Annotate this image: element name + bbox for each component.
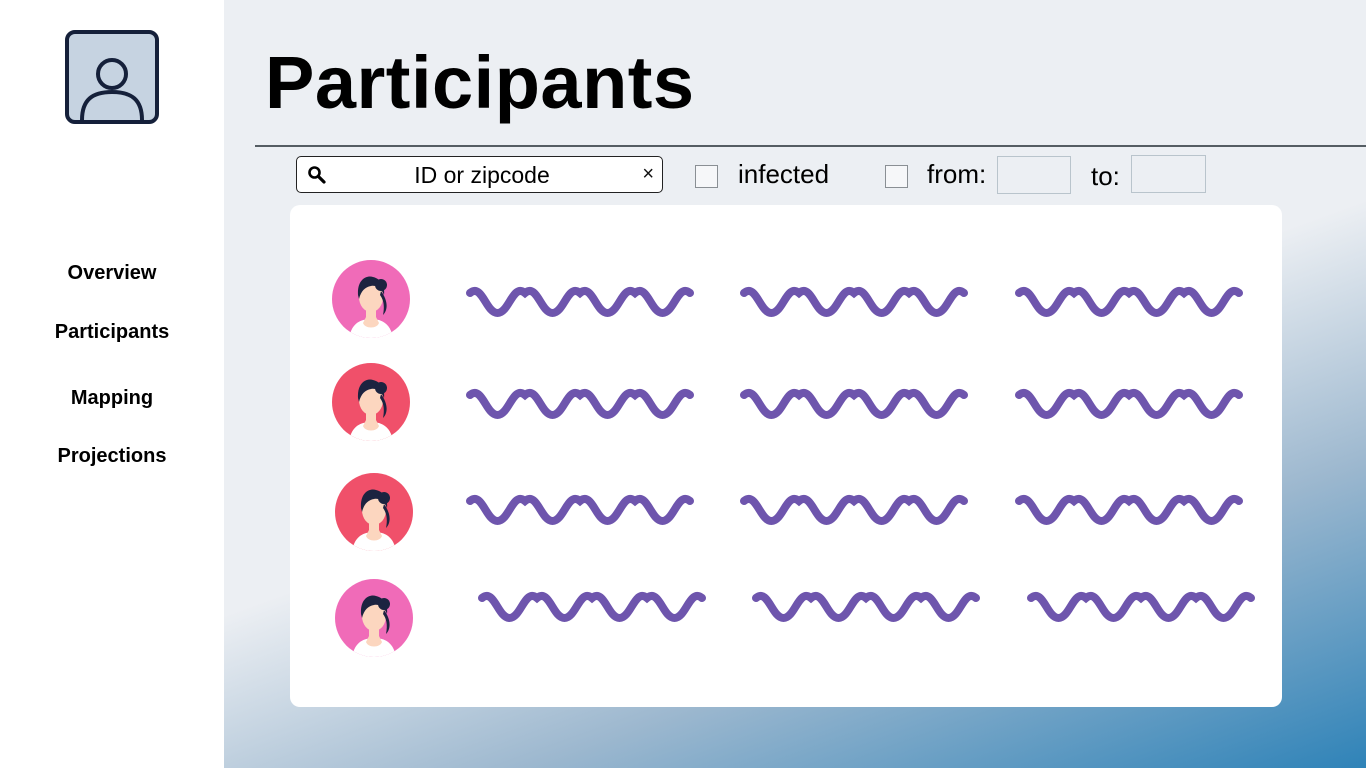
placeholder-text-squiggle [1027,591,1255,623]
clear-search-icon[interactable]: × [642,162,654,186]
title-divider [255,145,1366,147]
female-avatar-icon [332,260,410,338]
to-label: to: [1091,161,1120,191]
search-box: × [296,156,663,193]
search-input[interactable] [337,161,627,189]
participants-list [290,205,1282,707]
female-avatar-icon [335,473,413,551]
nav-projections[interactable]: Projections [0,445,224,468]
infected-checkbox[interactable] [695,165,718,188]
placeholder-text-squiggle [466,494,694,526]
search-icon [308,166,326,184]
placeholder-text-squiggle [740,494,968,526]
date-range-checkbox[interactable] [885,165,908,188]
nav-overview[interactable]: Overview [0,262,224,285]
to-date-field[interactable] [1131,155,1206,193]
placeholder-text-squiggle [466,286,694,318]
from-label: from: [927,159,987,189]
infected-label: infected [738,159,830,189]
placeholder-text-squiggle [1015,494,1243,526]
nav-participants[interactable]: Participants [0,321,224,344]
placeholder-text-squiggle [1015,388,1243,420]
placeholder-text-squiggle [478,591,706,623]
nav-mapping[interactable]: Mapping [0,387,224,410]
placeholder-text-squiggle [740,388,968,420]
user-profile-icon[interactable] [65,30,159,124]
placeholder-text-squiggle [740,286,968,318]
main-content: Participants × infected from: to: [224,0,1366,768]
page-title: Participants [265,41,695,124]
from-date-field[interactable] [997,156,1071,194]
female-avatar-icon [332,363,410,441]
placeholder-text-squiggle [752,591,980,623]
female-avatar-icon [335,579,413,657]
placeholder-text-squiggle [466,388,694,420]
sidebar: Overview Participants Mapping Projection… [0,0,224,768]
placeholder-text-squiggle [1015,286,1243,318]
